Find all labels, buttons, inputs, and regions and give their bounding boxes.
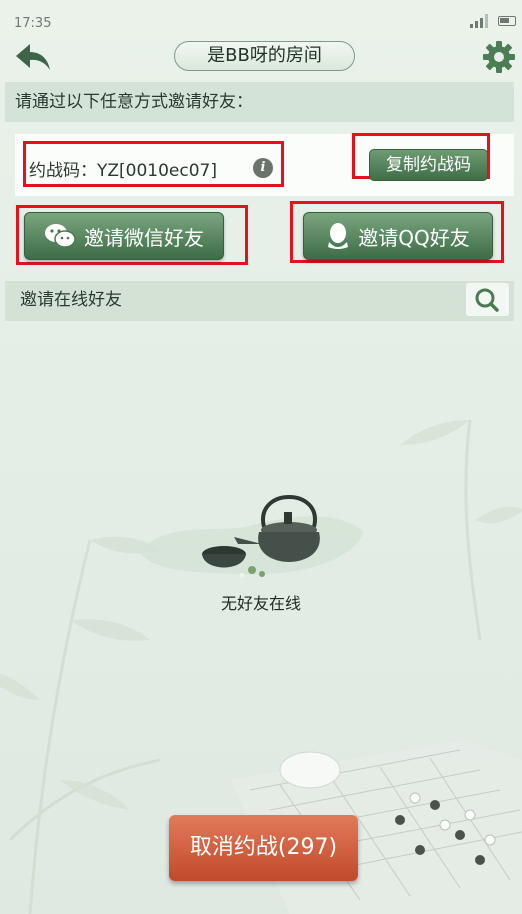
invite-wechat-label: 邀请微信好友 [84, 225, 204, 250]
info-icon[interactable]: i [253, 158, 273, 178]
copy-code-button[interactable]: 复制约战码 [369, 149, 488, 181]
status-bar: 17:35 [0, 0, 522, 40]
search-button[interactable] [466, 283, 509, 316]
signal-icon [470, 14, 488, 28]
invite-qq-button[interactable]: 邀请QQ好友 [303, 212, 493, 260]
battery-icon [498, 16, 516, 26]
back-arrow-icon[interactable] [12, 40, 54, 74]
search-icon [475, 288, 499, 312]
battle-code-text: 约战码：YZ[0010ec07] [29, 161, 217, 181]
room-title: 是BB呀的房间 [174, 41, 355, 71]
invite-prompt: 请通过以下任意方式邀请好友： [5, 82, 514, 122]
online-friends-header: 邀请在线好友 [5, 281, 514, 321]
gear-icon[interactable] [481, 39, 517, 75]
status-time: 17:35 [14, 16, 52, 31]
wechat-icon [45, 224, 76, 248]
cancel-battle-button[interactable]: 取消约战(297) [169, 815, 358, 881]
invite-wechat-button[interactable]: 邀请微信好友 [24, 212, 224, 260]
teapot-illustration [139, 495, 364, 577]
invite-qq-label: 邀请QQ好友 [358, 225, 470, 250]
qq-icon [328, 223, 349, 249]
empty-state-text: 无好友在线 [220, 594, 301, 613]
